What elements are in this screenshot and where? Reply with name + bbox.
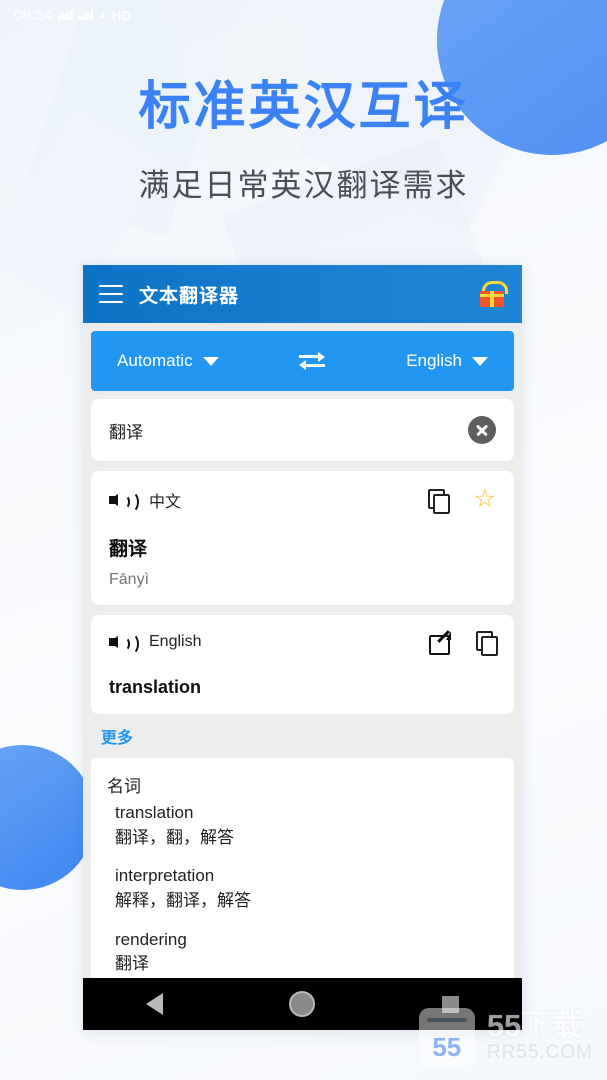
hd-network-label: HD xyxy=(111,7,132,23)
text-input-value[interactable]: 翻译 xyxy=(109,418,143,443)
hamburger-menu-icon[interactable] xyxy=(99,285,123,303)
language-selector-bar: Automatic English xyxy=(91,331,514,391)
dictionary-card: 名词 translation 翻译，翻，解答 interpretation 解释… xyxy=(91,758,514,987)
source-language-selector[interactable]: Automatic xyxy=(117,351,219,371)
watermark-title: 55下载 xyxy=(486,1007,584,1043)
target-language-selector[interactable]: English xyxy=(406,351,488,371)
dictionary-word: interpretation xyxy=(115,866,215,886)
back-triangle-icon[interactable] xyxy=(146,993,164,1015)
signal-bars-icon-2 xyxy=(78,10,94,20)
chevron-down-icon xyxy=(202,356,219,366)
app-window: 文本翻译器 Automatic English 翻译 中文 ☆ 翻译 Fānyì… xyxy=(83,265,522,1030)
dictionary-word: rendering xyxy=(115,929,187,949)
text-input-card[interactable]: 翻译 xyxy=(91,399,514,461)
promo-headline: 标准英汉互译 xyxy=(138,78,469,136)
watermark-logo-icon: 55 xyxy=(418,1008,475,1066)
dictionary-meanings: 解释，翻译，解答 xyxy=(115,890,251,910)
source-result-pronunciation: Fānyì xyxy=(109,571,150,588)
copy-icon[interactable] xyxy=(476,631,498,656)
home-circle-icon[interactable] xyxy=(289,991,316,1017)
source-language-label: Automatic xyxy=(117,351,193,370)
watermark-logo-text: 55 xyxy=(432,1032,462,1062)
source-result-language: 中文 xyxy=(149,493,182,511)
source-result-header: 中文 ☆ xyxy=(109,487,496,514)
share-external-icon[interactable] xyxy=(429,630,451,655)
gift-icon[interactable] xyxy=(478,281,508,307)
dictionary-entry: rendering 翻译 xyxy=(115,928,498,977)
dictionary-entry: translation 翻译，翻，解答 xyxy=(115,801,498,850)
source-result-card: 中文 ☆ 翻译 Fānyì xyxy=(91,471,514,605)
dictionary-part-of-speech: 名词 xyxy=(107,777,141,796)
more-link[interactable]: 更多 xyxy=(101,724,522,748)
source-result-actions: ☆ xyxy=(427,487,496,514)
status-bar: 08:54 ◕ HD xyxy=(0,0,607,30)
dictionary-meanings: 翻译，翻，解答 xyxy=(115,827,234,847)
target-result-actions xyxy=(429,630,498,656)
speaker-icon[interactable] xyxy=(109,632,139,655)
target-result-header: English xyxy=(109,630,498,656)
watermark-text: 55下载 RR55.COM xyxy=(486,1007,593,1065)
promo-banner: 标准英汉互译 满足日常英汉翻译需求 xyxy=(0,78,607,205)
dictionary-word: translation xyxy=(115,803,194,822)
target-language-label: English xyxy=(406,351,462,370)
screen: 08:54 ◕ HD 标准英汉互译 满足日常英汉翻译需求 文本翻译器 Autom… xyxy=(0,0,607,1080)
target-result-card: English translation xyxy=(91,615,514,714)
speaker-icon[interactable] xyxy=(109,490,139,513)
copy-icon[interactable] xyxy=(427,488,450,514)
swap-arrows-icon[interactable] xyxy=(299,352,326,370)
promo-subheadline: 满足日常英汉翻译需求 xyxy=(138,167,469,203)
dictionary-entry: interpretation 解释，翻译，解答 xyxy=(115,864,498,913)
source-result-text: 翻译 xyxy=(109,539,148,560)
dictionary-meanings: 翻译 xyxy=(115,954,149,974)
target-result-text: translation xyxy=(109,677,202,697)
chevron-down-icon xyxy=(471,356,488,366)
signal-bars-icon xyxy=(58,10,74,20)
decorative-circle-bottom-left xyxy=(0,745,95,890)
status-bar-time: 08:54 xyxy=(14,6,54,24)
clear-circle-icon[interactable] xyxy=(468,416,496,444)
app-bar: 文本翻译器 xyxy=(83,265,522,323)
watermark-url: RR55.COM xyxy=(486,1042,593,1064)
star-outline-icon[interactable]: ☆ xyxy=(474,487,496,512)
watermark: 55 55下载 RR55.COM xyxy=(418,1007,593,1066)
app-title: 文本翻译器 xyxy=(139,285,240,307)
wifi-icon: ◕ xyxy=(98,7,107,23)
target-result-language: English xyxy=(149,633,202,650)
